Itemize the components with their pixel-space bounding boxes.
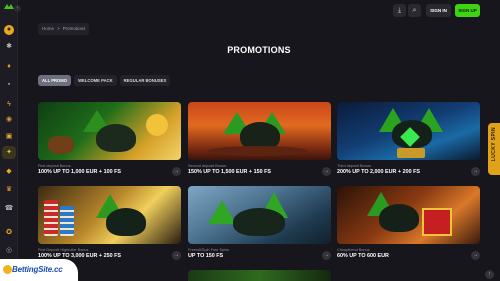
arrow-right-icon[interactable]: →: [322, 251, 331, 260]
promo-card-title: 60% UP TO 600 EUR: [337, 253, 389, 259]
breadcrumb-separator: >: [57, 26, 60, 31]
settings-icon[interactable]: ✱: [4, 42, 14, 52]
vip-icon[interactable]: ◆: [4, 167, 14, 177]
lucky-spin-label: LUCKY SPIN: [491, 127, 497, 162]
promo-card-image[interactable]: [188, 270, 331, 281]
arrow-right-icon[interactable]: →: [471, 167, 480, 176]
promo-card-subtitle: Second deposit Bonus: [188, 164, 226, 168]
promo-card-image: [188, 186, 331, 244]
promo-card-title: UP TO 150 FS: [188, 253, 224, 259]
arrow-right-icon[interactable]: →: [172, 251, 181, 260]
promotions-icon[interactable]: ✦: [4, 148, 14, 158]
chest-icon[interactable]: ▣: [4, 132, 14, 142]
lightning-icon[interactable]: ϟ: [4, 100, 14, 110]
promo-card-image: [38, 186, 181, 244]
coins-icon[interactable]: ◉: [4, 115, 14, 125]
breadcrumb-home-link[interactable]: Home: [42, 26, 54, 31]
promo-card[interactable]: Third deposit Bonus 200% UP TO 2,000 EUR…: [337, 102, 480, 176]
tab-welcome-pack[interactable]: WELCOME PACK: [74, 75, 117, 86]
support-icon[interactable]: ☎: [4, 204, 14, 214]
promo-card[interactable]: First deposit Bonus 100% UP TO 1,000 EUR…: [38, 102, 181, 176]
promo-card-image: [38, 102, 181, 160]
promo-card-subtitle: First Deposit Highroller Bonus: [38, 248, 89, 252]
promo-card-subtitle: First deposit Bonus: [38, 164, 71, 168]
arrow-right-icon[interactable]: →: [172, 167, 181, 176]
promo-card-subtitle: Freeroll/Spin Free Spins: [188, 248, 229, 252]
promo-card[interactable]: First Deposit Highroller Bonus 100% UP T…: [38, 186, 181, 260]
breadcrumb: Home > Promotions: [38, 23, 90, 35]
promo-card-subtitle: Cheapfriend Bonus: [337, 248, 370, 252]
tournaments-icon[interactable]: ♦: [4, 62, 14, 72]
live-icon[interactable]: ▪: [4, 80, 14, 90]
tab-regular-bonuses[interactable]: REGULAR BONUSES: [119, 75, 171, 86]
chat-icon[interactable]: ◎: [4, 246, 14, 256]
promo-card-image: [188, 102, 331, 160]
gift-icon[interactable]: ✪: [4, 228, 14, 238]
promo-card[interactable]: Cheapfriend Bonus 60% UP TO 600 EUR →: [337, 186, 480, 260]
promo-tabs: ALL PROMO WELCOME PACK REGULAR BONUSES: [38, 75, 171, 86]
watermark: BettingSite.cc: [0, 259, 78, 281]
crown-icon[interactable]: ♛: [4, 185, 14, 195]
sidebar: › ● ✱ ♦ ▪ ϟ ◉ ▣ ✦ ◆ ♛ ☎ ✪ ◎: [0, 0, 21, 281]
top-bar: ⤓ ⌕ SIGN IN SIGN UP: [18, 0, 500, 22]
breadcrumb-current: Promotions: [62, 26, 86, 31]
tab-all-promo[interactable]: ALL PROMO: [38, 75, 72, 86]
page-title: PROMOTIONS: [227, 45, 291, 55]
scroll-top-icon[interactable]: ↑: [485, 270, 494, 279]
arrow-right-icon[interactable]: →: [471, 251, 480, 260]
promo-card[interactable]: Second deposit Bonus 150% UP TO 1,500 EU…: [188, 102, 331, 176]
lucky-spin-tab[interactable]: LUCKY SPIN: [488, 123, 500, 175]
sign-up-button[interactable]: SIGN UP: [455, 4, 480, 17]
promo-card-title: 200% UP TO 2,000 EUR + 200 FS: [337, 169, 420, 175]
watermark-text: BettingSite.cc: [12, 265, 63, 274]
promo-card-image: [337, 102, 480, 160]
download-icon[interactable]: ⤓: [393, 4, 406, 17]
arrow-right-icon[interactable]: →: [322, 167, 331, 176]
promo-card-title: 100% UP TO 1,000 EUR + 100 FS: [38, 169, 121, 175]
promo-card-image: [337, 186, 480, 244]
sign-in-button[interactable]: SIGN IN: [426, 4, 451, 17]
watermark-badge-icon: [3, 265, 12, 274]
promo-card-title: 150% UP TO 1,500 EUR + 150 FS: [188, 169, 271, 175]
casino-icon[interactable]: ●: [4, 25, 14, 35]
promo-card-subtitle: Third deposit Bonus: [337, 164, 371, 168]
search-icon[interactable]: ⌕: [408, 4, 421, 17]
promo-card[interactable]: Freeroll/Spin Free Spins UP TO 150 FS →: [188, 186, 331, 260]
